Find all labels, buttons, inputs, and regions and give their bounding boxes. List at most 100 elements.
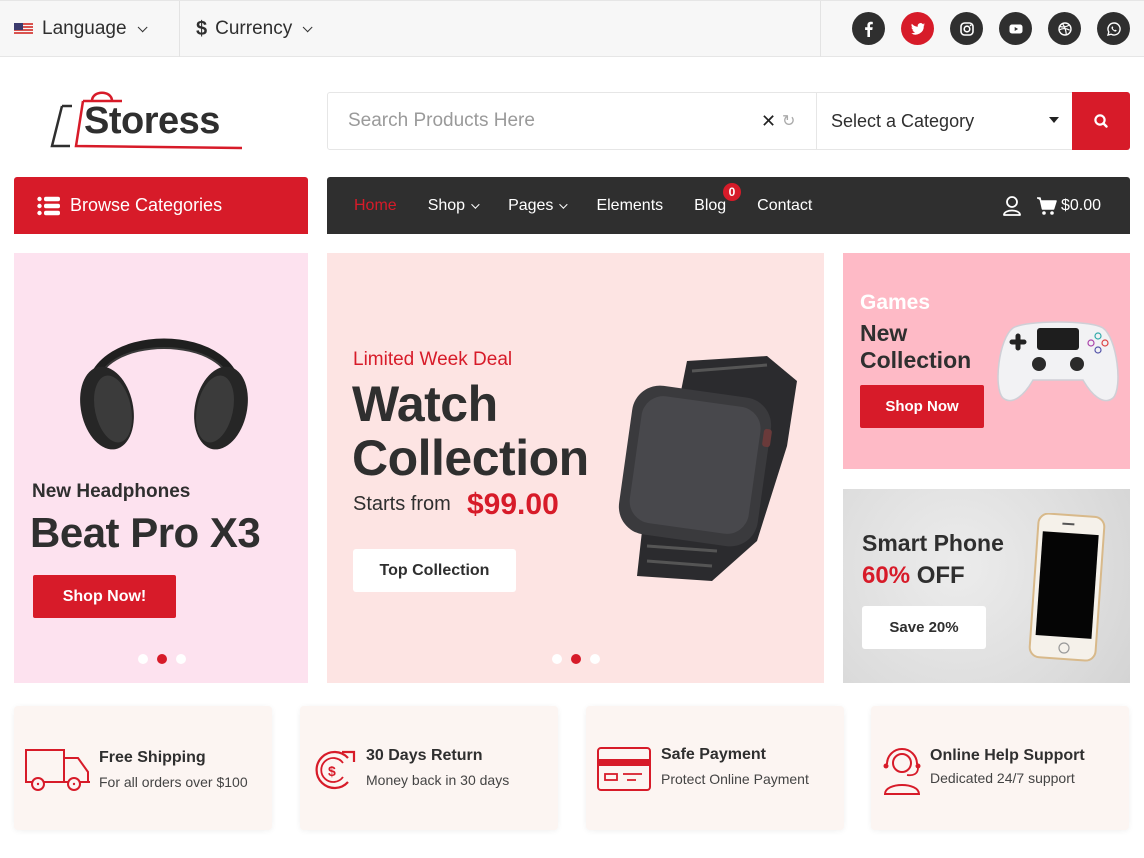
nav-shop[interactable]: Shop [427, 196, 480, 215]
instagram-icon[interactable] [950, 12, 983, 45]
language-selector[interactable]: Language [14, 1, 148, 57]
currency-label: Currency [215, 18, 293, 39]
smartwatch-image [618, 356, 797, 581]
carousel-dot-active[interactable] [571, 654, 581, 664]
discount-text: 60% OFF [862, 562, 965, 590]
search-button[interactable] [1072, 92, 1130, 150]
caret-down-icon [1049, 117, 1059, 123]
refresh-icon[interactable]: ↻ [782, 111, 795, 131]
facebook-icon[interactable] [852, 12, 885, 45]
banner-title-line1: New [860, 320, 908, 346]
headphones-banner[interactable]: New Headphones Beat Pro X3 Shop Now! [14, 253, 308, 683]
carousel-dots [138, 654, 186, 664]
game-controller-image [997, 321, 1119, 402]
category-select-value: Select a Category [831, 110, 975, 131]
top-collection-button[interactable]: Top Collection [353, 549, 516, 592]
divider [179, 1, 180, 57]
logo-text: Storess [84, 100, 220, 142]
language-label: Language [42, 18, 127, 39]
feature-safe-payment: Safe Payment Protect Online Payment [586, 706, 844, 830]
shop-now-button[interactable]: Shop Now [860, 385, 984, 428]
shop-now-button[interactable]: Shop Now! [33, 575, 176, 618]
carousel-dot[interactable] [176, 654, 186, 664]
cart-count-badge: 0 [723, 183, 741, 201]
cart-total[interactable]: $0.00 [1061, 197, 1101, 215]
nav-home[interactable]: Home [354, 197, 397, 215]
browse-categories-label: Browse Categories [70, 195, 223, 215]
price: $99.00 [467, 488, 559, 521]
feature-returns: $ 30 Days Return Money back in 30 days [300, 706, 558, 830]
feature-title: Safe Payment [661, 746, 766, 763]
search-bar: ✕ ↻ Select a Category [327, 92, 1130, 150]
banner-title: New Collection [860, 320, 971, 374]
headset-icon [883, 748, 921, 795]
credit-card-icon [597, 747, 651, 791]
banner-subtitle: Limited Week Deal [353, 349, 513, 370]
discount-percent: 60% [862, 562, 911, 589]
nav-elements-label: Elements [596, 196, 664, 214]
nav-pages[interactable]: Pages [508, 196, 569, 215]
chevron-down-icon [471, 199, 480, 209]
banner-title: Beat Pro X3 [30, 509, 261, 556]
chevron-down-icon [559, 199, 569, 209]
nav-blog[interactable]: Blog [694, 197, 726, 215]
nav-shop-label: Shop [427, 196, 466, 214]
banner-title-line1: Watch [352, 376, 498, 432]
carousel-dot[interactable] [552, 654, 562, 664]
price-prefix: Starts from [353, 493, 451, 515]
category-select[interactable]: Select a Category [817, 93, 1073, 149]
carousel-dot[interactable] [590, 654, 600, 664]
cart-icon[interactable] [1036, 196, 1058, 221]
list-icon [37, 196, 60, 215]
headphones-image [80, 338, 248, 450]
feature-desc: Money back in 30 days [366, 772, 510, 788]
nav-contact-label: Contact [757, 196, 813, 214]
truck-icon [25, 749, 90, 791]
banner-subtitle: Games [860, 291, 931, 314]
svg-text:$: $ [328, 763, 336, 779]
us-flag-icon [14, 23, 33, 35]
nav-blog-label: Blog [694, 196, 727, 214]
whatsapp-icon[interactable] [1097, 12, 1130, 45]
carousel-dot-active[interactable] [157, 654, 167, 664]
browse-categories-button[interactable]: Browse Categories [14, 177, 308, 234]
discount-suffix: OFF [916, 562, 965, 589]
feature-desc: For all orders over $100 [99, 774, 248, 790]
nav-home-label: Home [354, 196, 397, 214]
banner-title-line2: Collection [352, 430, 589, 486]
nav-elements[interactable]: Elements [596, 197, 663, 215]
feature-title: Online Help Support [930, 747, 1085, 764]
return-icon: $ [315, 750, 356, 790]
clear-icon[interactable]: ✕ [761, 111, 776, 132]
feature-desc: Protect Online Payment [661, 771, 809, 787]
watch-banner[interactable]: Limited Week Deal Watch Collection Start… [327, 253, 824, 683]
logo[interactable]: Storess [50, 88, 250, 152]
games-banner[interactable]: Games New Collection Shop Now [843, 253, 1130, 469]
smartphone-banner[interactable]: Smart Phone 60% OFF Save 20% [843, 489, 1130, 683]
nav-pages-label: Pages [508, 196, 554, 214]
carousel-dots [552, 654, 600, 664]
user-account-icon[interactable] [1002, 195, 1022, 222]
search-input[interactable] [328, 93, 816, 149]
dribbble-icon[interactable] [1048, 12, 1081, 45]
carousel-dot[interactable] [138, 654, 148, 664]
banner-title-line2: Collection [860, 347, 972, 373]
nav-contact[interactable]: Contact [757, 197, 812, 215]
top-bar: Language $ Currency [0, 0, 1144, 57]
feature-title: Free Shipping [99, 749, 206, 766]
feature-online-support: Online Help Support Dedicated 24/7 suppo… [871, 706, 1129, 830]
banner-title: Smart Phone [862, 530, 1004, 556]
feature-desc: Dedicated 24/7 support [930, 770, 1075, 786]
dollar-icon: $ [196, 17, 208, 40]
banner-subtitle: New Headphones [32, 481, 191, 502]
twitter-icon[interactable] [901, 12, 934, 45]
feature-free-shipping: Free Shipping For all orders over $100 [14, 706, 272, 830]
chevron-down-icon [137, 21, 148, 32]
youtube-icon[interactable] [999, 12, 1032, 45]
feature-title: 30 Days Return [366, 747, 483, 764]
chevron-down-icon [302, 21, 313, 32]
social-links [852, 12, 1130, 45]
currency-selector[interactable]: $ Currency [196, 1, 313, 57]
save-button[interactable]: Save 20% [862, 606, 986, 649]
smartphone-image [1028, 513, 1106, 662]
